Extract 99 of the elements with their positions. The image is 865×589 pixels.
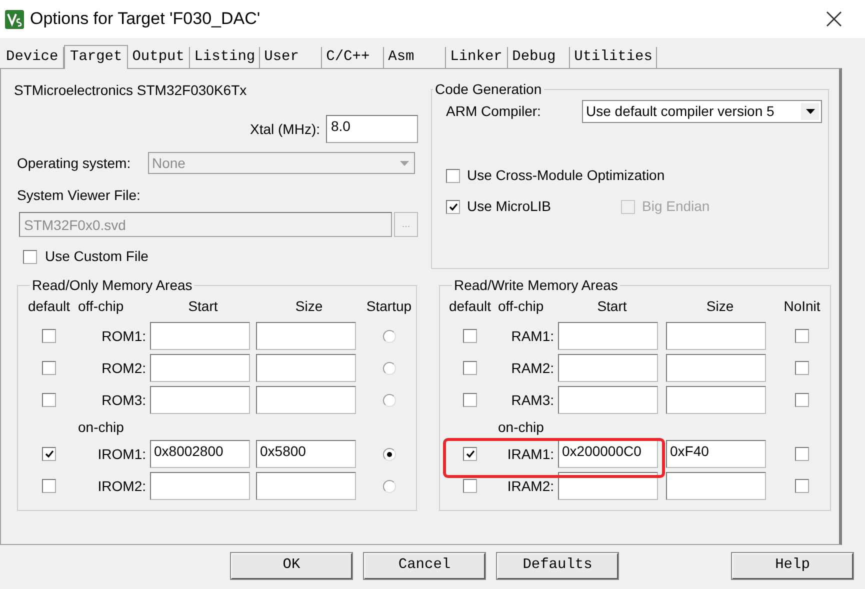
- radio-button[interactable]: [382, 362, 396, 374]
- input-field[interactable]: 0xF40: [666, 440, 766, 468]
- field-label: Operating system:: [16, 154, 132, 173]
- tab[interactable]: Target: [64, 45, 128, 69]
- section-label: on-chip: [497, 418, 545, 437]
- column-header: default: [26, 297, 72, 316]
- tab[interactable]: Asm: [384, 47, 446, 68]
- row-label: IRAM2:: [507, 476, 554, 496]
- radio-button[interactable]: [382, 448, 396, 460]
- checkbox-label: Use Cross-Module Optimization: [467, 166, 665, 185]
- group-title: Code Generation: [434, 80, 543, 99]
- column-header: default: [448, 297, 492, 316]
- dropdown-arrow-icon: [400, 160, 408, 166]
- input-field[interactable]: [666, 322, 766, 350]
- input-field[interactable]: [558, 354, 658, 382]
- checkbox[interactable]: [463, 393, 477, 407]
- input-field[interactable]: [150, 354, 250, 382]
- input-field[interactable]: [558, 386, 658, 414]
- input-field[interactable]: [150, 386, 250, 414]
- column-header: Start: [596, 297, 628, 316]
- checkbox-label: Big Endian: [642, 197, 710, 216]
- input-field[interactable]: [666, 354, 766, 382]
- tab[interactable]: Linker: [446, 47, 508, 68]
- checkbox[interactable]: [795, 393, 809, 407]
- check-icon: [466, 450, 474, 458]
- dialog-button[interactable]: Defaults: [497, 553, 618, 579]
- checkbox-label: Use MicroLIB: [467, 197, 552, 216]
- tab[interactable]: Utilities: [570, 47, 658, 68]
- row-label: IROM2:: [98, 476, 146, 496]
- checkbox[interactable]: [463, 329, 477, 343]
- field-label: Xtal (MHz):: [250, 120, 320, 139]
- input-field[interactable]: [558, 322, 658, 350]
- input-field[interactable]: [256, 354, 356, 382]
- tab[interactable]: Debug: [508, 47, 570, 68]
- checkbox[interactable]: [42, 361, 56, 375]
- group-title: Read/Write Memory Areas: [453, 276, 619, 295]
- column-header: NoInit: [782, 297, 822, 316]
- input-field[interactable]: 0x200000C0: [558, 440, 658, 468]
- checkbox[interactable]: [463, 361, 477, 375]
- checkbox[interactable]: [446, 200, 460, 214]
- radio-button[interactable]: [382, 480, 396, 492]
- dialog-button[interactable]: OK: [231, 553, 352, 579]
- row-label: IRAM1:: [507, 444, 554, 464]
- tab[interactable]: User: [260, 47, 322, 68]
- row-label: RAM2:: [511, 358, 554, 378]
- checkbox[interactable]: [42, 393, 56, 407]
- column-header: off-chip: [77, 297, 125, 316]
- row-label: RAM3:: [511, 390, 554, 410]
- input-field[interactable]: 0x8002800: [150, 440, 250, 468]
- input-field[interactable]: [256, 386, 356, 414]
- column-header: Size: [705, 297, 735, 316]
- input-field[interactable]: [150, 472, 250, 500]
- device-name: STMicroelectronics STM32F030K6Tx: [14, 81, 248, 99]
- column-header: Size: [294, 297, 324, 316]
- checkbox[interactable]: [795, 329, 809, 343]
- tab[interactable]: Listing: [190, 47, 260, 68]
- check-icon: [448, 202, 458, 210]
- input-field[interactable]: 8.0: [326, 115, 418, 143]
- row-label: ROM3:: [102, 390, 146, 410]
- dialog-button[interactable]: Cancel: [364, 553, 485, 579]
- row-label: ROM2:: [102, 358, 146, 378]
- checkbox[interactable]: [42, 447, 56, 461]
- checkbox[interactable]: [463, 479, 477, 493]
- checkbox[interactable]: [463, 447, 477, 461]
- checkbox[interactable]: [42, 479, 56, 493]
- checkbox[interactable]: [795, 361, 809, 375]
- group-title: Read/Only Memory Areas: [31, 276, 194, 295]
- column-header: off-chip: [497, 297, 545, 316]
- section-label: on-chip: [77, 418, 125, 437]
- column-header: Startup: [365, 297, 413, 316]
- dropdown-arrow-icon: [806, 109, 814, 114]
- input-field[interactable]: [666, 472, 766, 500]
- checkbox-label: Use Custom File: [45, 247, 148, 266]
- input-field[interactable]: [256, 472, 356, 500]
- field-label: ARM Compiler:: [446, 102, 541, 121]
- input-field[interactable]: 0x5800: [256, 440, 356, 468]
- window-title: Options for Target 'F030_DAC': [30, 8, 260, 30]
- tab[interactable]: Output: [128, 47, 190, 68]
- app-icon: [5, 10, 24, 28]
- dropdown[interactable]: Use default compiler version 5: [582, 100, 822, 123]
- row-label: RAM1:: [511, 326, 554, 346]
- check-icon: [44, 450, 54, 458]
- tab[interactable]: C/C++: [322, 47, 384, 68]
- close-icon[interactable]: [826, 11, 842, 27]
- input-field[interactable]: [256, 322, 356, 350]
- checkbox[interactable]: [42, 329, 56, 343]
- column-header: Start: [187, 297, 219, 316]
- radio-button[interactable]: [382, 394, 396, 406]
- input-field[interactable]: [150, 322, 250, 350]
- checkbox[interactable]: [795, 447, 809, 461]
- checkbox[interactable]: [795, 479, 809, 493]
- row-label: ROM1:: [102, 326, 146, 346]
- input-field[interactable]: [666, 386, 766, 414]
- checkbox[interactable]: [446, 168, 460, 182]
- dialog-button[interactable]: Help: [732, 553, 853, 579]
- checkbox[interactable]: [23, 250, 37, 264]
- row-label: IROM1:: [98, 444, 146, 464]
- field-label: System Viewer File:: [16, 186, 142, 205]
- radio-button[interactable]: [382, 330, 396, 342]
